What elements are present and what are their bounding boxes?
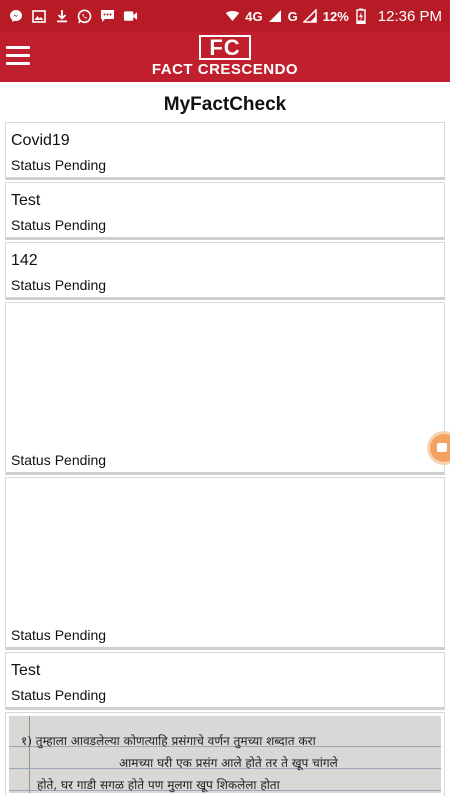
clock: 12:36 PM <box>377 7 442 25</box>
status-label: Status <box>11 627 51 643</box>
item-title: Covid19 <box>11 132 70 149</box>
list-item[interactable]: Status Pending <box>5 302 445 475</box>
list-item[interactable]: 142 Status Pending <box>5 242 445 300</box>
note-line: होते, घर गाडी सगळ होते पण मुलगा खूप शिकल… <box>37 778 280 792</box>
video-icon <box>123 9 138 24</box>
network-type-label-2: G <box>287 8 298 24</box>
status-value: Pending <box>54 687 107 703</box>
status-value: Pending <box>54 627 107 643</box>
battery-charging-icon <box>354 8 369 24</box>
status-label: Status <box>11 452 51 468</box>
item-status: Status Pending <box>11 687 106 703</box>
status-value: Pending <box>54 277 107 293</box>
system-indicators: 4G G 12% 12:36 PM <box>225 8 442 25</box>
list-item[interactable]: Test Status Pending <box>5 182 445 240</box>
status-value: Pending <box>54 157 107 173</box>
status-label: Status <box>11 217 51 233</box>
item-status: Status Pending <box>11 157 106 173</box>
status-bar: 4G G 12% 12:36 PM <box>0 0 450 32</box>
network-type-label: 4G <box>245 8 263 24</box>
handwritten-note-image: १) तुम्हाला आवडलेल्या कोणत्याहि प्रसंगाच… <box>9 716 441 793</box>
status-label: Status <box>11 687 51 703</box>
note-line: १) तुम्हाला आवडलेल्या कोणत्याहि प्रसंगाच… <box>21 734 316 748</box>
whatsapp-icon <box>77 9 92 24</box>
status-value: Pending <box>54 452 107 468</box>
signal-icon <box>268 9 283 24</box>
list-item[interactable]: Covid19 Status Pending <box>5 122 445 180</box>
app-bar: FC FACT CRESCENDO <box>0 32 450 82</box>
item-status: Status Pending <box>11 217 106 233</box>
list-item[interactable]: Status Pending <box>5 477 445 650</box>
chat-icon <box>100 9 115 24</box>
item-title: Test <box>11 192 41 209</box>
item-status: Status Pending <box>11 627 106 643</box>
list-item-image[interactable]: १) तुम्हाला आवडलेल्या कोणत्याहि प्रसंगाच… <box>5 712 445 796</box>
list-item[interactable]: Test Status Pending <box>5 652 445 710</box>
image-icon <box>31 9 46 24</box>
item-status: Status Pending <box>11 452 106 468</box>
page-title: MyFactCheck <box>163 94 287 115</box>
item-title: 142 <box>11 252 38 269</box>
status-value: Pending <box>54 217 107 233</box>
item-title: Test <box>11 662 41 679</box>
item-status: Status Pending <box>11 277 106 293</box>
status-label: Status <box>11 277 51 293</box>
messenger-icon <box>8 9 23 24</box>
logo-mark: FC <box>199 35 251 60</box>
download-icon <box>54 9 69 24</box>
notification-icons <box>8 9 138 24</box>
app-logo: FC FACT CRESCENDO <box>0 35 450 79</box>
battery-percent: 12% <box>322 8 349 24</box>
floating-video-button[interactable] <box>430 434 450 462</box>
status-label: Status <box>11 157 51 173</box>
logo-text: FACT CRESCENDO <box>151 61 299 78</box>
wifi-icon <box>225 9 240 24</box>
signal-icon-2 <box>303 9 318 24</box>
fact-check-list: Covid19 Status Pending Test Status Pending… <box>5 122 445 798</box>
note-line: आमच्या घरी एक प्रसंग आले होते तर ते खूप … <box>119 756 338 770</box>
